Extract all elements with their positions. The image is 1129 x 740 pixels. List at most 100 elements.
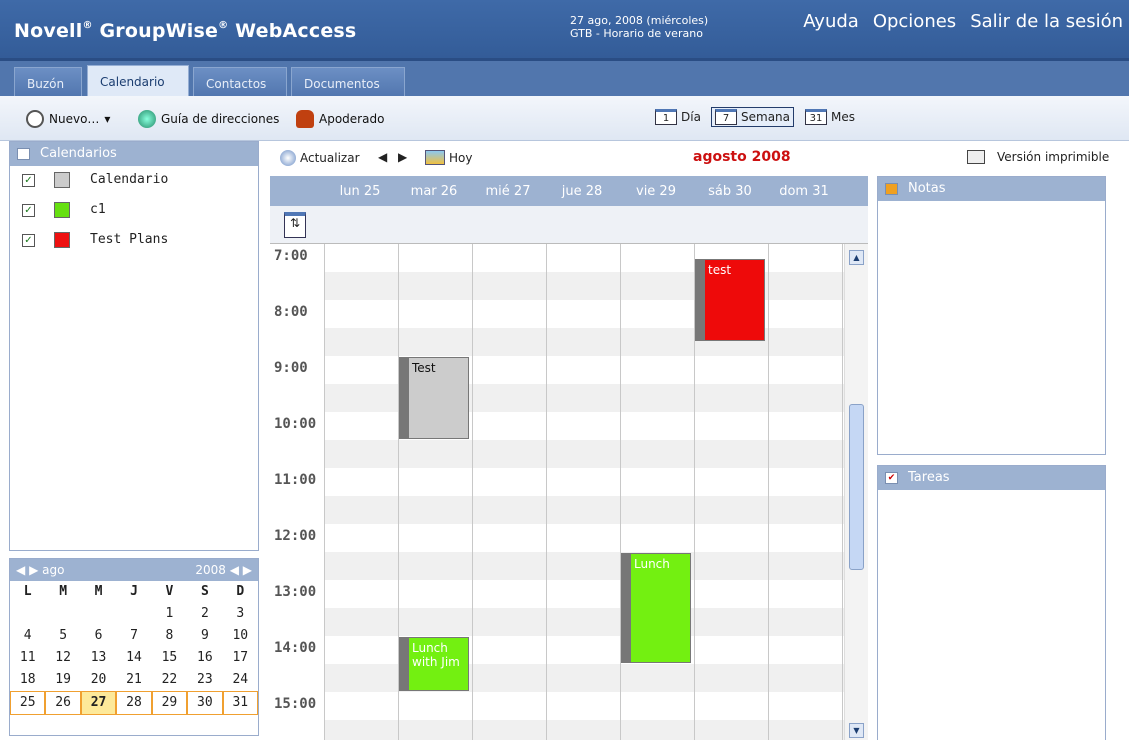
- mini-day[interactable]: 24: [223, 669, 258, 691]
- tab-documents[interactable]: Documentos: [291, 67, 405, 99]
- appointment[interactable]: Test: [399, 357, 469, 439]
- mini-day[interactable]: 3: [223, 603, 258, 625]
- prev-week-arrow[interactable]: ◀: [378, 150, 387, 164]
- day-column-header[interactable]: vie 29: [620, 184, 692, 199]
- refresh-icon: [280, 150, 296, 166]
- printable-label[interactable]: Versión imprimible: [997, 150, 1109, 164]
- mini-day[interactable]: 23: [187, 669, 222, 691]
- mini-day[interactable]: 25: [10, 691, 46, 715]
- view-day-button[interactable]: 1 Día: [655, 109, 701, 125]
- vertical-scrollbar[interactable]: ▲ ▼: [844, 244, 868, 740]
- day-divider: [768, 244, 769, 740]
- today-icon: [425, 150, 445, 165]
- prev-year-arrow[interactable]: ◀: [230, 563, 239, 577]
- calendar-item[interactable]: ✓ Test Plans: [10, 226, 258, 256]
- next-week-arrow[interactable]: ▶: [398, 150, 407, 164]
- help-link[interactable]: Ayuda: [803, 11, 859, 32]
- logout-link[interactable]: Salir de la sesión: [970, 11, 1123, 32]
- mini-day[interactable]: 8: [152, 625, 187, 647]
- mini-day[interactable]: 1: [152, 603, 187, 625]
- proxy-button[interactable]: Apoderado: [296, 110, 384, 128]
- view-month-button[interactable]: 31 Mes: [805, 109, 855, 125]
- prev-month-arrow[interactable]: ◀: [16, 563, 25, 577]
- mini-day[interactable]: 27: [80, 691, 117, 715]
- day-column-header[interactable]: jue 28: [546, 184, 618, 199]
- calendar-item[interactable]: ✓ Calendario: [10, 166, 258, 196]
- calendar-checkbox[interactable]: ✓: [22, 234, 35, 247]
- tab-contacts[interactable]: Contactos: [193, 67, 287, 99]
- hour-row[interactable]: 10:00: [270, 412, 844, 468]
- hour-row[interactable]: 14:00: [270, 636, 844, 692]
- hour-row[interactable]: 12:00: [270, 524, 844, 580]
- tab-mailbox[interactable]: Buzón: [14, 67, 82, 99]
- scroll-up-arrow[interactable]: ▲: [849, 250, 864, 265]
- scroll-down-arrow[interactable]: ▼: [849, 723, 864, 738]
- mini-day[interactable]: 11: [10, 647, 45, 669]
- mini-day[interactable]: 28: [116, 691, 152, 715]
- tasks-panel: ✔ Tareas: [877, 465, 1106, 740]
- notes-icon: [885, 183, 898, 195]
- calendar-color-swatch: [54, 202, 70, 218]
- mini-day[interactable]: 19: [45, 669, 80, 691]
- hour-row[interactable]: 13:00: [270, 580, 844, 636]
- day-column-header[interactable]: mié 27: [472, 184, 544, 199]
- mini-day[interactable]: 21: [116, 669, 151, 691]
- mini-day[interactable]: 10: [223, 625, 258, 647]
- mini-day[interactable]: 12: [45, 647, 80, 669]
- mini-day[interactable]: 29: [151, 691, 188, 715]
- mini-day[interactable]: 5: [45, 625, 80, 647]
- appointment[interactable]: Lunch with Jim: [399, 637, 469, 691]
- mini-day[interactable]: 16: [187, 647, 222, 669]
- expand-allday-icon[interactable]: ⇅: [284, 212, 306, 238]
- view-week-button[interactable]: 7 Semana: [711, 107, 795, 127]
- day-column-header[interactable]: sáb 30: [694, 184, 766, 199]
- next-year-arrow[interactable]: ▶: [243, 563, 252, 577]
- mini-day[interactable]: 6: [81, 625, 116, 647]
- hour-row[interactable]: 15:00: [270, 692, 844, 740]
- day-column-header[interactable]: lun 25: [324, 184, 396, 199]
- half-hour-band: [324, 440, 844, 468]
- refresh-button[interactable]: Actualizar: [280, 150, 360, 166]
- scroll-thumb[interactable]: [849, 404, 864, 570]
- mini-day[interactable]: 20: [81, 669, 116, 691]
- hour-label: 11:00: [274, 472, 317, 488]
- mini-day[interactable]: 17: [223, 647, 258, 669]
- chevron-down-icon: ▾: [104, 112, 111, 126]
- hour-row[interactable]: 9:00: [270, 356, 844, 412]
- new-button[interactable]: Nuevo… ▾: [26, 110, 110, 128]
- printable-button[interactable]: [967, 150, 985, 164]
- printer-icon: [967, 150, 985, 164]
- calendars-header: Calendarios: [10, 142, 258, 166]
- next-month-arrow[interactable]: ▶: [29, 563, 38, 577]
- address-book-button[interactable]: Guía de direcciones: [138, 110, 279, 128]
- today-button[interactable]: Hoy: [425, 150, 472, 165]
- weekday-label: V: [165, 584, 174, 599]
- day-column-header[interactable]: dom 31: [768, 184, 840, 199]
- mini-day[interactable]: 15: [152, 647, 187, 669]
- mini-day[interactable]: 22: [152, 669, 187, 691]
- mini-day[interactable]: 4: [10, 625, 45, 647]
- appointment[interactable]: Lunch: [621, 553, 691, 663]
- appointment[interactable]: test: [695, 259, 765, 341]
- calendar-item[interactable]: ✓ c1: [10, 196, 258, 226]
- mini-day[interactable]: 30: [187, 691, 223, 715]
- tab-calendar[interactable]: Calendario: [87, 65, 189, 99]
- mini-day[interactable]: 9: [187, 625, 222, 647]
- mini-day[interactable]: 26: [45, 691, 81, 715]
- mini-day[interactable]: 18: [10, 669, 45, 691]
- mini-day[interactable]: 14: [116, 647, 151, 669]
- mini-month-label: ago: [42, 563, 65, 577]
- mini-day[interactable]: 31: [222, 691, 258, 715]
- mini-day[interactable]: 7: [116, 625, 151, 647]
- brand-logo: Novell® GroupWise® WebAccess: [14, 20, 357, 42]
- calendar-checkbox[interactable]: ✓: [22, 204, 35, 217]
- day-column-header[interactable]: mar 26: [398, 184, 470, 199]
- mini-day[interactable]: 2: [187, 603, 222, 625]
- hour-row[interactable]: 11:00: [270, 468, 844, 524]
- address-book-icon: [138, 110, 156, 128]
- week-view: Actualizar ◀ ▶ Hoy agosto 2008 lun 25 mar…: [270, 141, 985, 740]
- calendar-checkbox[interactable]: ✓: [22, 174, 35, 187]
- mini-day[interactable]: 13: [81, 647, 116, 669]
- day-header: lun 25 mar 26 mié 27 jue 28 vie 29 sáb 30 dom …: [270, 176, 868, 206]
- options-link[interactable]: Opciones: [873, 11, 956, 32]
